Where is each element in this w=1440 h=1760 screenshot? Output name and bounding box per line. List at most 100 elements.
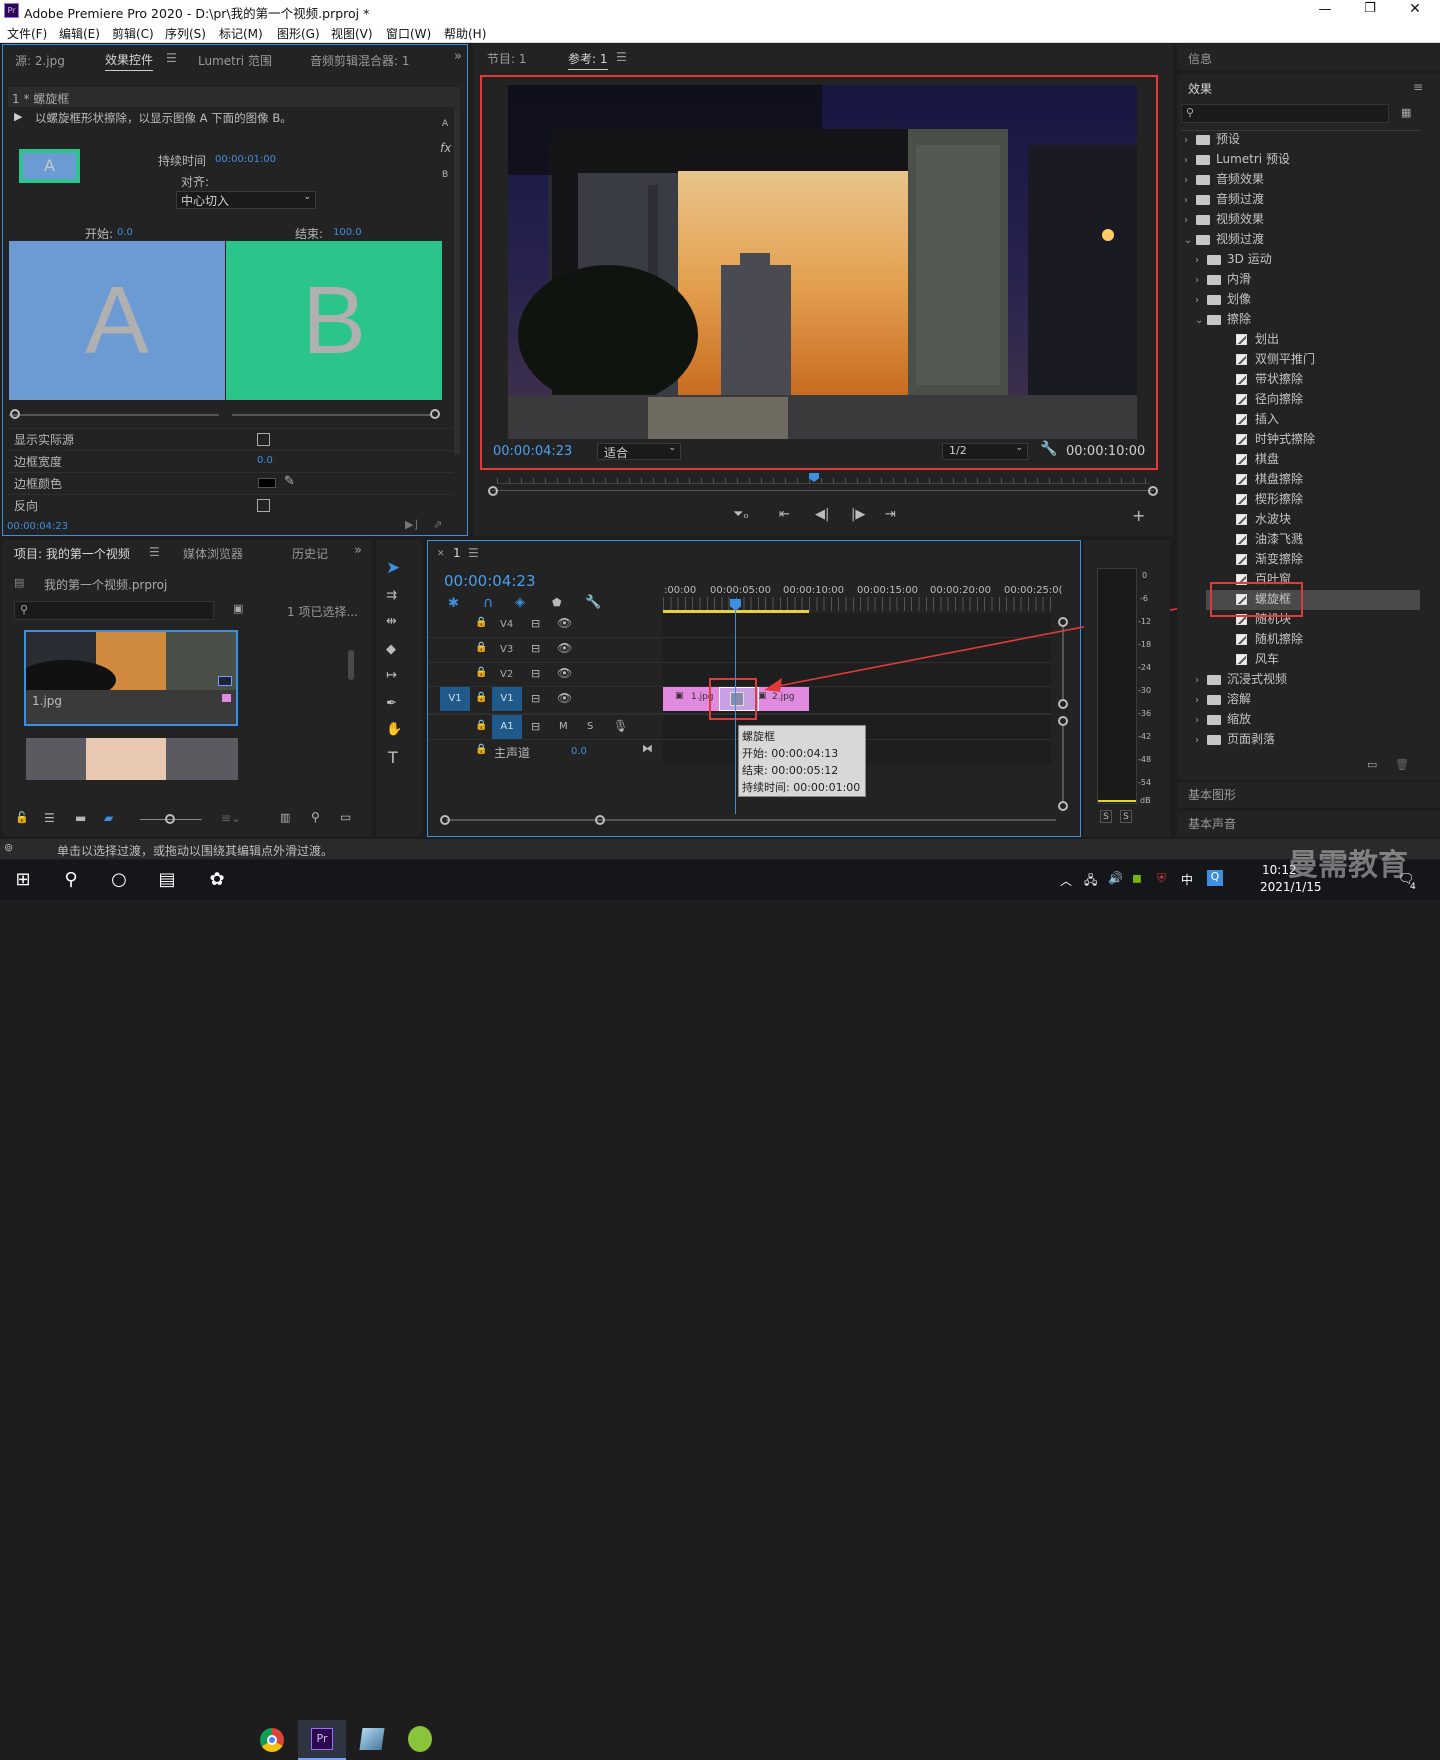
- effect-item[interactable]: 径向擦除: [1206, 390, 1420, 410]
- chevron-right-icon[interactable]: ›: [1195, 275, 1207, 286]
- tab-reference[interactable]: 参考: 1: [568, 50, 608, 70]
- audio-vscroll-handle[interactable]: [1058, 716, 1068, 726]
- list-view-icon[interactable]: ☰: [44, 811, 55, 825]
- effects-folder[interactable]: › 音频效果: [1184, 170, 1420, 190]
- tab-project[interactable]: 项目: 我的第一个视频: [14, 545, 130, 562]
- nvidia-icon[interactable]: ◼: [1132, 871, 1142, 885]
- green-app-icon[interactable]: [408, 1726, 432, 1752]
- track-select-tool-icon[interactable]: ⇉: [386, 588, 397, 603]
- scrollbar[interactable]: [454, 107, 460, 455]
- show-actual-source-checkbox[interactable]: [257, 433, 270, 446]
- network-icon[interactable]: 🖧: [1084, 871, 1097, 892]
- search-icon[interactable]: ⚲: [56, 865, 86, 895]
- start-value[interactable]: 0.0: [117, 227, 133, 238]
- eye-icon[interactable]: 👁: [557, 641, 572, 655]
- sync-lock-icon[interactable]: ⊟: [531, 692, 540, 705]
- effect-item[interactable]: 划出: [1206, 330, 1420, 350]
- duration-value[interactable]: 00:00:01:00: [215, 154, 276, 165]
- audio-vscroll-handle[interactable]: [1058, 801, 1068, 811]
- effects-folder[interactable]: › 音频过渡: [1184, 190, 1420, 210]
- effects-folder[interactable]: › 沉浸式视频: [1195, 670, 1420, 690]
- close-button[interactable]: ✕: [1400, 1, 1430, 17]
- eyedropper-icon[interactable]: ✎: [284, 474, 295, 489]
- effect-item[interactable]: 随机擦除: [1206, 630, 1420, 650]
- menu-window[interactable]: 窗口(W): [386, 25, 431, 42]
- lock-icon[interactable]: 🔒: [475, 720, 487, 731]
- end-slider-handle[interactable]: [430, 409, 440, 419]
- chevron-right-icon[interactable]: ›: [1184, 155, 1196, 166]
- chevron-right-icon[interactable]: ›: [1195, 295, 1207, 306]
- chevron-right-icon[interactable]: ›: [1195, 675, 1207, 686]
- razor-tool-icon[interactable]: ◆: [386, 642, 396, 657]
- end-value[interactable]: 100.0: [333, 227, 362, 238]
- menu-help[interactable]: 帮助(H): [444, 25, 486, 42]
- tab-program[interactable]: 节目: 1: [487, 50, 527, 67]
- chevron-right-icon[interactable]: ›: [1184, 215, 1196, 226]
- notes-app-icon[interactable]: [359, 1728, 385, 1750]
- slip-tool-icon[interactable]: ↦: [386, 668, 397, 683]
- timeline-timecode[interactable]: 00:00:04:23: [444, 572, 536, 590]
- add-marker-icon[interactable]: ⬟: [552, 596, 562, 609]
- align-select[interactable]: 中心切入 ⌄: [176, 191, 316, 209]
- snap-icon[interactable]: ∩: [483, 595, 493, 611]
- qq-icon[interactable]: Q: [1207, 870, 1223, 886]
- sync-lock-icon[interactable]: ⊟: [531, 642, 540, 655]
- effect-item[interactable]: 棋盘: [1206, 450, 1420, 470]
- effects-folder[interactable]: › 划像: [1195, 290, 1420, 310]
- effects-folder[interactable]: › 内滑: [1195, 270, 1420, 290]
- hscroll-start-handle[interactable]: [440, 815, 450, 825]
- play-transition-icon[interactable]: ▶: [14, 110, 22, 123]
- linked-selection-icon[interactable]: ◈: [515, 595, 525, 610]
- effect-item[interactable]: 楔形擦除: [1206, 490, 1420, 510]
- add-marker-icon[interactable]: ⏷ₒ: [733, 507, 749, 522]
- border-color-swatch[interactable]: [258, 478, 276, 488]
- ripple-edit-tool-icon[interactable]: ⇹: [386, 614, 397, 629]
- mute-button[interactable]: M: [559, 721, 568, 732]
- lock-icon[interactable]: 🔒: [475, 617, 487, 628]
- accelerated-effects-icon[interactable]: ▦: [1401, 106, 1411, 119]
- effect-item[interactable]: 时钟式擦除: [1206, 430, 1420, 450]
- sort-icon[interactable]: ≡⌄: [221, 811, 241, 825]
- effects-folder[interactable]: › 缩放: [1195, 710, 1420, 730]
- solo-left-button[interactable]: S: [1100, 810, 1112, 823]
- lock-icon[interactable]: 🔒: [475, 744, 487, 755]
- tab-basic-sound[interactable]: 基本声音: [1188, 815, 1236, 832]
- automate-icon[interactable]: ▥: [280, 811, 290, 824]
- sync-lock-icon[interactable]: ⊟: [531, 617, 540, 630]
- program-timecode[interactable]: 00:00:04:23: [493, 444, 572, 459]
- menu-marker[interactable]: 标记(M): [219, 25, 263, 42]
- effects-folder[interactable]: › Lumetri 预设: [1184, 150, 1420, 170]
- chevron-down-icon[interactable]: ⌄: [1195, 315, 1207, 326]
- reverse-checkbox[interactable]: [257, 499, 270, 512]
- solo-right-button[interactable]: S: [1120, 810, 1132, 823]
- effect-item[interactable]: 插入: [1206, 410, 1420, 430]
- freeform-view-icon[interactable]: ▰: [104, 811, 113, 825]
- overflow-chevron-icon[interactable]: »: [454, 49, 462, 64]
- effects-folder[interactable]: › 页面剥落: [1195, 730, 1420, 750]
- timeline-settings-icon[interactable]: 🔧: [585, 595, 601, 610]
- chevron-down-icon[interactable]: ⌄: [1184, 235, 1196, 246]
- project-item-2-thumbnail[interactable]: [26, 738, 238, 780]
- start-slider-handle[interactable]: [10, 409, 20, 419]
- audio-vscroll[interactable]: [1062, 726, 1064, 801]
- wrench-icon[interactable]: 🔧: [1040, 441, 1057, 457]
- pinwheel-app-icon[interactable]: ✿: [202, 865, 232, 895]
- monitor-scrubber[interactable]: [492, 490, 1154, 491]
- effect-item[interactable]: 双侧平推门: [1206, 350, 1420, 370]
- effect-item[interactable]: 渐变擦除: [1206, 550, 1420, 570]
- track-target-v1[interactable]: V1: [492, 687, 522, 711]
- menu-clip[interactable]: 剪辑(C): [112, 25, 154, 42]
- effects-folder[interactable]: ⌄ 视频过渡: [1184, 230, 1420, 250]
- chevron-right-icon[interactable]: ›: [1184, 195, 1196, 206]
- minimize-button[interactable]: —: [1310, 2, 1340, 17]
- menu-view[interactable]: 视图(V): [331, 25, 373, 42]
- play-forward-icon[interactable]: |▶: [851, 507, 865, 522]
- lock-icon[interactable]: 🔓: [15, 811, 29, 824]
- nest-icon[interactable]: ✱: [448, 596, 459, 611]
- close-tab-icon[interactable]: ✕: [437, 549, 445, 559]
- effect-item[interactable]: 油漆飞溅: [1206, 530, 1420, 550]
- microphone-icon[interactable]: 🎙: [613, 719, 628, 733]
- windows-start-icon[interactable]: ⊞: [8, 865, 38, 895]
- tab-info[interactable]: 信息: [1188, 50, 1212, 67]
- tab-effect-controls[interactable]: 效果控件: [105, 51, 154, 71]
